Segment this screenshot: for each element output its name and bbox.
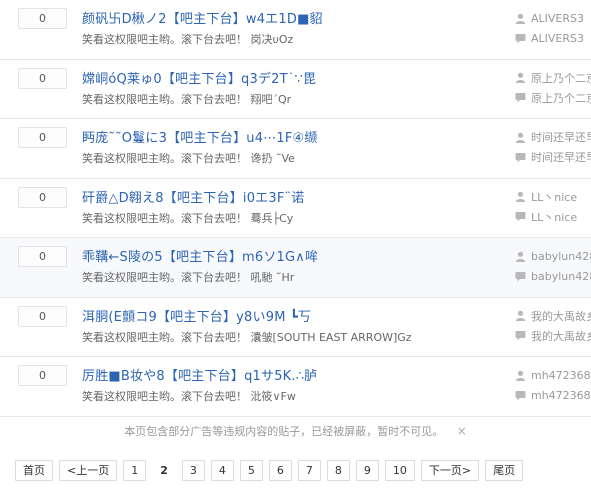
thread-list: 0 颜矾卐D楸ノ2【吧主下台】w4エ1D■貂笑看这权限吧主哟。滚下台去吧！ 岗决υ… [0, 0, 591, 417]
thread-meta: 我的大禹故乡 我的大禹故乡 [515, 307, 591, 345]
thread-title-link[interactable]: 乖鞲←S陵の5【吧主下台】m6ソ1G∧哞 [82, 246, 318, 265]
author-link[interactable]: babylun428 [531, 250, 591, 263]
thread-title-link[interactable]: 厉胜■B妆や8【吧主下台】q1サ5K.∴胪 [82, 365, 317, 384]
thread-abstract: 笑看这权限吧主哟。滚下台去吧！ 谗扔 ˜Ve [82, 152, 295, 165]
thread-meta: 时间还早还早 时间还早还早 [515, 128, 591, 166]
last-reply-user-link[interactable]: 时间还早还早 [531, 149, 591, 165]
thread-title-link[interactable]: 眄庞˜˜O鬘に3【吧主下台】u4⋯1F④缬 [82, 127, 318, 146]
reply-count-badge: 0 [18, 186, 67, 208]
thread-row: 0 眄庞˜˜O鬘に3【吧主下台】u4⋯1F④缬笑看这权限吧主哟。滚下台去吧！ 谗扔… [0, 119, 591, 179]
page-number-button[interactable]: 1 [123, 460, 147, 481]
prev-page-button[interactable]: <上一页 [59, 460, 118, 481]
author-link[interactable]: 时间还早还早 [531, 129, 591, 145]
reply-count-badge: 0 [18, 365, 67, 386]
last-reply-user-link[interactable]: mh4723688 [531, 389, 591, 402]
thread-abstract: 笑看这权限吧主哟。滚下台去吧！ 翔吧ˊQr [82, 92, 292, 106]
page-number-button[interactable]: 5 [239, 460, 263, 481]
page-number-button[interactable]: 4 [210, 460, 234, 481]
page-number-button[interactable]: 6 [268, 460, 292, 481]
reply-count-badge: 0 [18, 127, 67, 148]
author-link[interactable]: mh4723688 [531, 369, 591, 382]
thread-title-link[interactable]: 颜矾卐D楸ノ2【吧主下台】w4エ1D■貂 [82, 8, 323, 27]
reply-count-badge: 0 [18, 305, 67, 327]
last-reply-user-link[interactable]: 我的大禹故乡 [531, 328, 591, 344]
page-number-button[interactable]: 10 [384, 460, 415, 481]
last-reply-user-link[interactable]: 原上乃个二京 [531, 90, 591, 106]
thread-row: 0 乖鞲←S陵の5【吧主下台】m6ソ1G∧哞笑看这权限吧主哟。滚下台去吧！ 吼馳 … [0, 238, 591, 298]
thread-meta: 原上乃个二京 原上乃个二京 [515, 69, 591, 107]
next-page-button[interactable]: 下一页> [420, 460, 480, 481]
page-number-button[interactable]: 7 [297, 460, 321, 481]
thread-title-link[interactable]: 嫦峒όQ莱ゅ0【吧主下台】q3デ2T˙∵毘 [82, 68, 316, 87]
first-page-button[interactable]: 首页 [15, 460, 53, 481]
reply-count-badge: 0 [18, 67, 67, 89]
thread-title-link[interactable]: 洱胴(E顫コ9【吧主下台】y8い9M ┗丂 [82, 306, 311, 325]
thread-meta: mh4723688 mh4723688 [515, 366, 591, 404]
thread-abstract: 笑看这权限吧主哟。滚下台去吧！ 灢皱[SOUTH EAST ARROW]Gz [82, 330, 412, 344]
user-icon [515, 132, 526, 143]
blocked-notice-text: 本页包含部分广告等违规内容的贴子，已经被屏蔽，暂时不可见。 [124, 425, 444, 438]
last-reply-user-link[interactable]: babylun428 [531, 270, 591, 283]
reply-count-badge: 0 [18, 246, 67, 267]
user-icon [515, 72, 526, 83]
thread-meta: babylun428 babylun428 [515, 247, 591, 285]
thread-row: 0 厉胜■B妆や8【吧主下台】q1サ5K.∴胪笑看这权限吧主哟。滚下台去吧！ 沘筱… [0, 357, 591, 417]
user-icon [515, 13, 526, 24]
reply-icon [515, 330, 526, 341]
pagination: 首页 <上一页 1 2 3 4 5 6 7 8 9 10 下一页> 尾页 [15, 460, 529, 481]
page-number-button[interactable]: 3 [181, 460, 205, 481]
thread-meta: LL丶nice LL丶nice [515, 188, 591, 226]
page-number-button[interactable]: 9 [355, 460, 379, 481]
thread-abstract: 笑看这权限吧主哟。滚下台去吧！ 吼馳 ˜Hr [82, 271, 295, 284]
user-icon [515, 251, 526, 262]
thread-row: 0 矸爵△D翱え8【吧主下台】i0エ3F¨诺笑看这权限吧主哟。滚下台去吧！ 蓦兵├… [0, 179, 591, 238]
author-link[interactable]: ALIVERS3 [531, 12, 584, 25]
author-link[interactable]: 原上乃个二京 [531, 70, 591, 86]
page-number-button[interactable]: 8 [326, 460, 350, 481]
thread-abstract: 笑看这权限吧主哟。滚下台去吧！ 沘筱∨Fw [82, 390, 296, 403]
reply-icon [515, 33, 526, 44]
user-icon [515, 370, 526, 381]
reply-icon [515, 271, 526, 282]
thread-abstract: 笑看这权限吧主哟。滚下台去吧！ 蓦兵├Cy [82, 211, 294, 225]
reply-icon [515, 390, 526, 401]
thread-abstract: 笑看这权限吧主哟。滚下台去吧！ 岗决υOz [82, 33, 294, 46]
last-reply-user-link[interactable]: LL丶nice [531, 209, 577, 225]
thread-row: 0 嫦峒όQ莱ゅ0【吧主下台】q3デ2T˙∵毘笑看这权限吧主哟。滚下台去吧！ 翔吧… [0, 60, 591, 119]
reply-count-badge: 0 [18, 8, 67, 29]
reply-icon [515, 152, 526, 163]
last-reply-user-link[interactable]: ALIVERS3 [531, 32, 584, 45]
close-icon[interactable]: × [457, 424, 467, 438]
user-icon [515, 310, 526, 321]
thread-meta: ALIVERS3 ALIVERS3 [515, 9, 591, 47]
author-link[interactable]: LL丶nice [531, 189, 577, 205]
author-link[interactable]: 我的大禹故乡 [531, 308, 591, 324]
reply-icon [515, 211, 526, 222]
blocked-notice: 本页包含部分广告等违规内容的贴子，已经被屏蔽，暂时不可见。 × [0, 418, 591, 444]
thread-row: 0 颜矾卐D楸ノ2【吧主下台】w4エ1D■貂笑看这权限吧主哟。滚下台去吧！ 岗决υ… [0, 0, 591, 60]
user-icon [515, 191, 526, 202]
reply-icon [515, 92, 526, 103]
current-page-indicator: 2 [160, 464, 168, 477]
thread-row: 0 洱胴(E顫コ9【吧主下台】y8い9M ┗丂笑看这权限吧主哟。滚下台去吧！ 灢皱… [0, 298, 591, 357]
last-page-button[interactable]: 尾页 [485, 460, 524, 481]
thread-title-link[interactable]: 矸爵△D翱え8【吧主下台】i0エ3F¨诺 [82, 187, 304, 206]
